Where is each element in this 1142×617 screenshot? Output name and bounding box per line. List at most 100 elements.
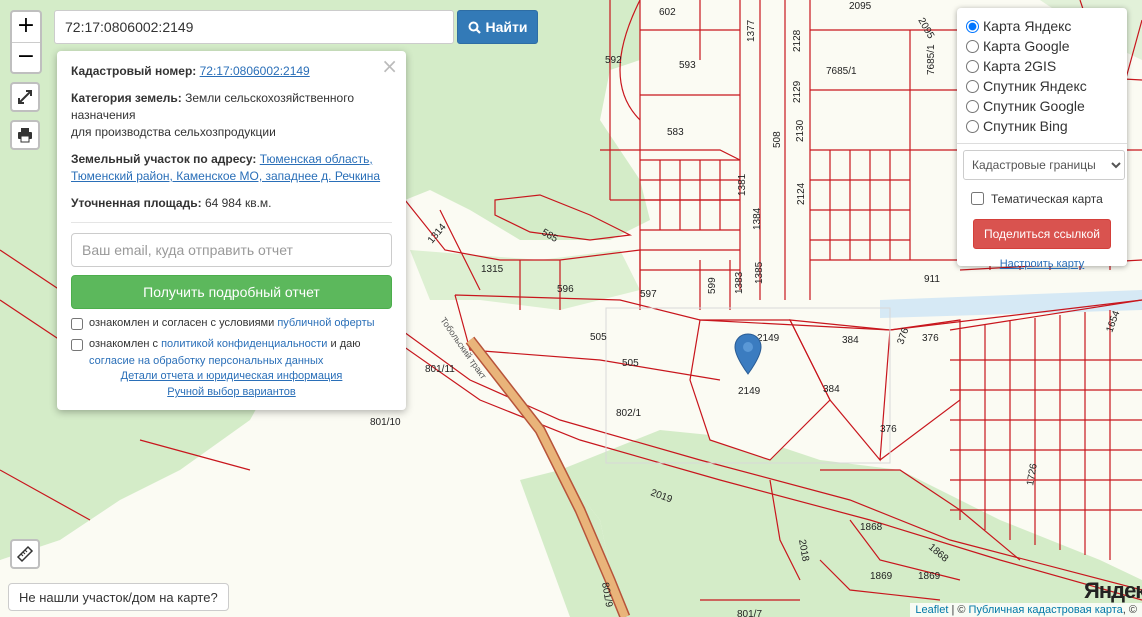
basemap-option-label: Спутник Яндекс	[983, 78, 1087, 94]
popup-bottom-links: Детали отчета и юридическая информация Р…	[57, 368, 406, 400]
area-label: Уточненная площадь:	[71, 196, 202, 210]
plot-label: 384	[842, 335, 859, 346]
area-value: 64 984 кв.м.	[204, 196, 272, 210]
plot-label: 2124	[796, 182, 807, 205]
basemap-option[interactable]: Спутник Bing	[963, 116, 1121, 136]
plot-label: 1869	[918, 571, 941, 582]
yandex-logo: Яндекс	[1084, 578, 1142, 603]
share-link-button[interactable]: Поделиться ссылкой	[973, 219, 1111, 249]
basemap-option[interactable]: Карта 2GIS	[963, 56, 1121, 76]
basemap-option-label: Спутник Google	[983, 98, 1085, 114]
basemap-radio[interactable]	[966, 59, 979, 73]
basemap-radio[interactable]	[966, 19, 979, 33]
plot-label: 2095	[849, 1, 872, 12]
leaflet-link[interactable]: Leaflet	[915, 604, 948, 616]
land-category-value-1: Земли сельскохозяйственного	[185, 91, 355, 105]
offer-consent-checkbox[interactable]	[71, 318, 83, 330]
map-attribution: Leaflet | © Публичная кадастровая карта,…	[910, 603, 1142, 617]
parcel-info-popup: × Кадастровый номер: 72:17:0806002:2149 …	[57, 51, 406, 410]
configure-map-link[interactable]: Настроить карту	[1000, 258, 1085, 270]
plot-label: 592	[605, 55, 622, 66]
plot-label: 599	[707, 277, 718, 294]
land-category-label: Категория земель:	[71, 91, 182, 105]
plot-label: 1383	[734, 271, 745, 294]
zoom-out-button[interactable]: −	[12, 42, 40, 72]
manual-selection-link[interactable]: Ручной выбор вариантов	[167, 386, 295, 398]
search-icon	[468, 21, 481, 34]
search-input[interactable]	[54, 10, 454, 44]
plot-label: 384	[823, 384, 840, 395]
pkk-link[interactable]: Публичная кадастровая карта	[969, 604, 1123, 616]
attribution-tail: , ©	[1122, 604, 1137, 616]
offer-consent-row: ознакомлен и согласен с условиями публич…	[71, 315, 392, 332]
divider	[957, 143, 1127, 144]
basemap-radio[interactable]	[966, 99, 979, 113]
search-button[interactable]: Найти	[457, 10, 538, 44]
plot-label: 2149	[738, 386, 761, 397]
cadastral-number-link[interactable]: 72:17:0806002:2149	[200, 64, 310, 78]
fullscreen-button[interactable]	[10, 82, 40, 112]
print-button[interactable]	[10, 120, 40, 150]
plot-label: 376	[880, 424, 897, 435]
plot-label: 602	[659, 7, 676, 18]
basemap-radio[interactable]	[966, 119, 979, 133]
plot-label: 583	[667, 127, 684, 138]
personal-data-consent-link[interactable]: согласие на обработку персональных данны…	[89, 355, 323, 367]
land-category-row: Категория земель: Земли сельскохозяйстве…	[71, 90, 392, 141]
report-details-link[interactable]: Детали отчета и юридическая информация	[121, 370, 343, 382]
thematic-map-toggle[interactable]: Тематическая карта	[967, 189, 1121, 208]
search-button-label: Найти	[485, 19, 528, 35]
expand-icon	[18, 90, 32, 104]
privacy-consent-row: ознакомлен с политикой конфиденциальност…	[71, 336, 392, 370]
plot-label: 1381	[737, 173, 748, 196]
plot-label: 1868	[860, 522, 883, 533]
basemap-option[interactable]: Карта Google	[963, 36, 1121, 56]
plot-label: 376	[922, 333, 939, 344]
plot-label: 801/7	[737, 609, 762, 617]
basemap-option-label: Карта Яндекс	[983, 18, 1072, 34]
basemap-option[interactable]: Карта Яндекс	[963, 16, 1121, 36]
location-marker-icon[interactable]	[734, 333, 762, 375]
address-link-1[interactable]: Тюменская область,	[260, 152, 373, 166]
plot-label: 801/10	[370, 417, 401, 428]
basemap-option[interactable]: Спутник Яндекс	[963, 76, 1121, 96]
close-popup-button[interactable]: ×	[381, 54, 398, 78]
basemap-options: Карта Яндекс Карта Google Карта 2GIS Спутни…	[963, 16, 1121, 136]
offer-consent-text: ознакомлен и согласен с условиями	[89, 317, 275, 329]
address-row: Земельный участок по адресу: Тюменская о…	[71, 151, 392, 185]
basemap-radio[interactable]	[966, 39, 979, 53]
get-report-button[interactable]: Получить подробный отчет	[71, 275, 392, 309]
land-category-value-3: для производства сельхозпродукции	[71, 125, 276, 139]
plot-label: 2129	[792, 80, 803, 103]
basemap-radio[interactable]	[966, 79, 979, 93]
plot-label: 596	[557, 284, 574, 295]
public-offer-link[interactable]: публичной оферты	[277, 317, 374, 329]
email-field[interactable]	[71, 233, 392, 267]
plot-label: 2128	[792, 29, 803, 52]
basemap-option-label: Карта 2GIS	[983, 58, 1057, 74]
overlay-select[interactable]: Кадастровые границы	[963, 150, 1125, 180]
layers-panel: Карта Яндекс Карта Google Карта 2GIS Спутни…	[957, 8, 1127, 270]
privacy-consent-checkbox[interactable]	[71, 339, 83, 351]
plot-label: 7685/1	[926, 44, 937, 75]
plot-label: 2130	[795, 119, 806, 142]
land-category-value-2: назначения	[71, 108, 136, 122]
privacy-policy-link[interactable]: политикой конфиденциальности	[161, 338, 327, 350]
not-found-button[interactable]: Не нашли участок/дом на карте?	[8, 583, 229, 611]
plot-label: 1377	[746, 19, 757, 42]
plot-label: 802/1	[616, 408, 641, 419]
plot-label: 1384	[752, 207, 763, 230]
plot-label: 1315	[481, 264, 504, 275]
thematic-map-checkbox[interactable]	[971, 192, 984, 205]
plot-label: 911	[924, 274, 940, 285]
plot-label: 1385	[754, 261, 765, 284]
plot-label: 7685/1	[826, 66, 857, 77]
address-link-2[interactable]: Тюменский район, Каменское МО, западнее …	[71, 169, 380, 183]
privacy-consent-text-a: ознакомлен с	[89, 338, 159, 350]
ruler-button[interactable]	[10, 539, 40, 569]
attribution-separator: | ©	[951, 604, 966, 616]
basemap-option[interactable]: Спутник Google	[963, 96, 1121, 116]
zoom-in-button[interactable]: +	[12, 12, 40, 42]
cadastral-number-row: Кадастровый номер: 72:17:0806002:2149	[71, 63, 392, 80]
zoom-control: + −	[10, 10, 42, 74]
